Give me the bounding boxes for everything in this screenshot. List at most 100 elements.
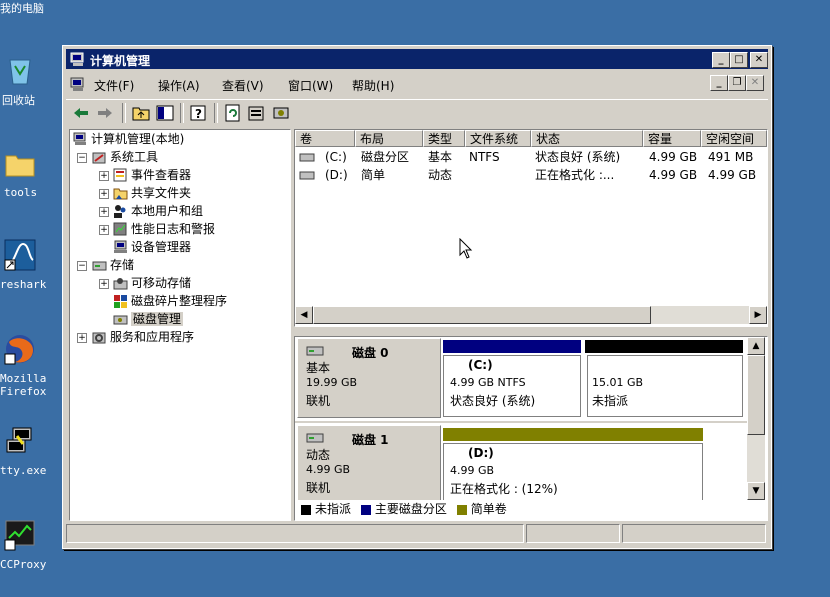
desktop-label-firefox[interactable]: Firefox xyxy=(0,385,46,398)
shared-folder-icon xyxy=(113,188,128,200)
tree-label: 服务和应用程序 xyxy=(110,330,195,344)
tree-item-storage[interactable]: 存储 xyxy=(92,257,134,274)
tree-label: 性能日志和警报 xyxy=(131,222,216,236)
toolbar-separator xyxy=(180,103,184,123)
column-header-free-space[interactable]: 空闲空间 xyxy=(701,130,767,147)
partition-label: (D:) xyxy=(468,446,494,460)
desktop-label-mozilla[interactable]: Mozilla xyxy=(0,372,46,385)
menu-action[interactable]: 操作(A) xyxy=(158,77,200,94)
tree-item-defragmenter[interactable]: 磁盘碎片整理程序 xyxy=(113,293,227,310)
drive-icon xyxy=(299,153,315,162)
firefox-icon[interactable] xyxy=(3,332,37,366)
partition-d[interactable]: (D:) 4.99 GB 正在格式化 : (12%) xyxy=(443,443,703,505)
child-minimize-button[interactable]: _ xyxy=(710,75,728,91)
partition-c-bar xyxy=(443,340,581,353)
partition-unallocated[interactable]: 15.01 GB 未指派 xyxy=(587,355,743,417)
maximize-button[interactable]: □ xyxy=(730,52,748,68)
partition-c[interactable]: (C:) 4.99 GB NTFS 状态良好 (系统) xyxy=(443,355,581,417)
status-pane xyxy=(622,524,766,543)
expand-toggle[interactable]: + xyxy=(99,207,109,217)
properties-icon[interactable] xyxy=(248,104,266,122)
collapse-toggle[interactable]: − xyxy=(77,261,87,271)
column-header-volume[interactable]: 卷 xyxy=(295,130,355,147)
horizontal-scrollbar[interactable]: ◀ ▶ xyxy=(295,306,767,324)
menu-help[interactable]: 帮助(H) xyxy=(352,77,394,94)
disk-status: 联机 xyxy=(306,394,331,408)
ccproxy-icon[interactable] xyxy=(3,518,37,552)
tree-label: 本地用户和组 xyxy=(131,204,204,218)
scroll-thumb[interactable] xyxy=(313,306,651,324)
expand-toggle[interactable]: + xyxy=(77,333,87,343)
putty-icon[interactable] xyxy=(3,424,37,458)
tree-root[interactable]: 计算机管理(本地) xyxy=(73,131,184,148)
cell-volume: (C:) xyxy=(325,150,347,164)
disk-1-info[interactable]: 磁盘 1 动态 4.99 GB 联机 xyxy=(297,425,441,505)
tree-item-device-manager[interactable]: 设备管理器 xyxy=(113,239,191,256)
disk-0-info[interactable]: 磁盘 0 基本 19.99 GB 联机 xyxy=(297,338,441,418)
tree-label: 存储 xyxy=(110,258,135,272)
volume-list: 卷 布局 类型 文件系统 状态 容量 空闲空间 (C:) 磁盘分区 基本 NTF… xyxy=(294,129,768,327)
table-row[interactable]: (D:) 简单 动态 正在格式化 :... 4.99 GB 4.99 GB xyxy=(295,167,767,184)
drive-icon xyxy=(299,171,315,180)
tree-item-services[interactable]: 服务和应用程序 xyxy=(92,329,194,346)
column-header-filesystem[interactable]: 文件系统 xyxy=(465,130,531,147)
recycle-bin-icon[interactable] xyxy=(3,52,37,86)
scroll-up-button[interactable]: ▲ xyxy=(747,337,765,355)
expand-toggle[interactable]: + xyxy=(99,225,109,235)
show-hide-tree-icon[interactable] xyxy=(156,104,174,122)
partition-status: 未指派 xyxy=(592,394,629,408)
cell-layout: 简单 xyxy=(361,168,386,182)
disk-settings-icon[interactable] xyxy=(272,104,290,122)
tree-item-local-users[interactable]: 本地用户和组 xyxy=(113,203,203,220)
status-bar xyxy=(66,523,768,543)
scroll-down-button[interactable]: ▼ xyxy=(747,482,765,500)
scroll-right-button[interactable]: ▶ xyxy=(749,306,767,324)
expand-toggle[interactable]: + xyxy=(99,171,109,181)
column-header-status[interactable]: 状态 xyxy=(531,130,643,147)
back-arrow-icon[interactable] xyxy=(72,104,90,122)
menu-view[interactable]: 查看(V) xyxy=(222,77,264,94)
refresh-icon[interactable] xyxy=(224,104,242,122)
cell-status: 状态良好 (系统) xyxy=(535,150,621,164)
column-header-layout[interactable]: 布局 xyxy=(355,130,423,147)
desktop-label-my-computer[interactable]: 我的电脑 xyxy=(0,0,44,16)
tree-item-event-viewer[interactable]: 事件查看器 xyxy=(113,167,191,184)
close-button[interactable]: ✕ xyxy=(750,52,768,68)
wireshark-icon[interactable] xyxy=(3,238,37,272)
table-row[interactable]: (C:) 磁盘分区 基本 NTFS 状态良好 (系统) 4.99 GB 491 … xyxy=(295,149,767,166)
status-pane xyxy=(66,524,524,543)
tree-item-removable-storage[interactable]: 可移动存储 xyxy=(113,275,191,292)
desktop-label-recycle-bin[interactable]: 回收站 xyxy=(2,92,35,108)
unallocated-bar xyxy=(585,340,743,353)
desktop-label-ccproxy[interactable]: CCProxy xyxy=(0,558,46,571)
desktop-label-tools[interactable]: tools xyxy=(4,186,37,199)
tree-label: 共享文件夹 xyxy=(131,186,192,200)
tree-item-disk-management[interactable]: 磁盘管理 xyxy=(113,311,184,328)
up-folder-icon[interactable] xyxy=(132,104,150,122)
tree-item-performance-logs[interactable]: 性能日志和警报 xyxy=(113,221,215,238)
forward-arrow-icon[interactable] xyxy=(96,104,114,122)
tree-item-shared-folders[interactable]: 共享文件夹 xyxy=(113,185,191,202)
scroll-left-button[interactable]: ◀ xyxy=(295,306,313,324)
cell-type: 基本 xyxy=(428,150,453,164)
expand-toggle[interactable]: + xyxy=(99,189,109,199)
child-close-button[interactable]: ✕ xyxy=(746,75,764,91)
scroll-thumb[interactable] xyxy=(747,355,765,435)
desktop-label-wireshark[interactable]: reshark xyxy=(0,278,46,291)
column-header-capacity[interactable]: 容量 xyxy=(643,130,701,147)
menu-file[interactable]: 文件(F) xyxy=(94,77,134,94)
folder-icon[interactable] xyxy=(3,146,37,180)
column-header-type[interactable]: 类型 xyxy=(423,130,465,147)
cell-free-space: 491 MB xyxy=(708,150,754,164)
vertical-scrollbar[interactable]: ▲ ▼ xyxy=(747,337,765,500)
tree-label: 设备管理器 xyxy=(131,240,192,254)
collapse-toggle[interactable]: − xyxy=(77,153,87,163)
help-icon[interactable]: ? xyxy=(190,104,208,122)
child-restore-button[interactable]: ❐ xyxy=(728,75,746,91)
desktop-label-putty[interactable]: tty.exe xyxy=(0,464,46,477)
title-bar[interactable]: 计算机管理 _ □ ✕ xyxy=(66,49,768,69)
menu-window[interactable]: 窗口(W) xyxy=(288,77,333,94)
minimize-button[interactable]: _ xyxy=(712,52,730,68)
expand-toggle[interactable]: + xyxy=(99,279,109,289)
tree-item-system-tools[interactable]: 系统工具 xyxy=(92,149,158,166)
